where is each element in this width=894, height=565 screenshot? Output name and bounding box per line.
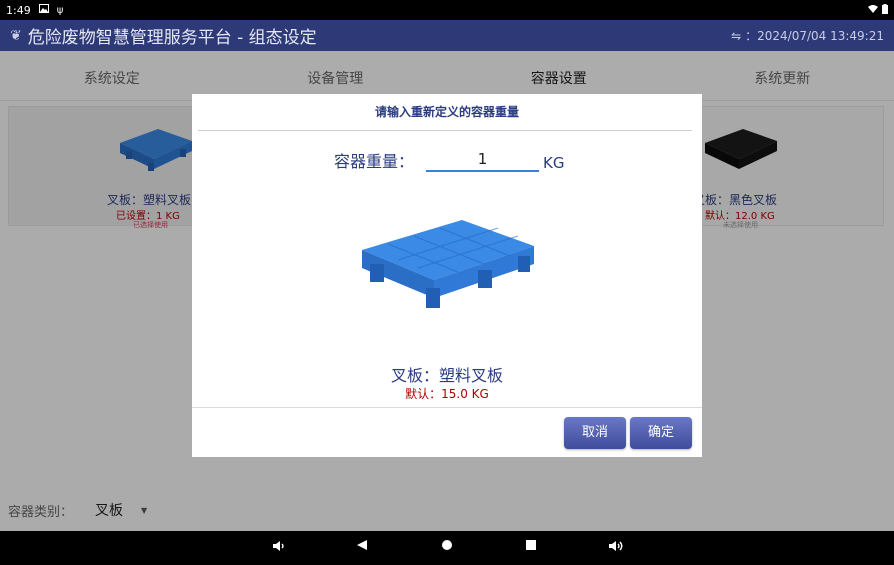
page-title: 危险废物智慧管理服务平台 - 组态设定 [27,28,317,48]
weight-input-row: 容器重量： KG [334,148,564,172]
volume-up-icon[interactable] [607,539,625,557]
home-icon[interactable] [438,539,456,557]
dialog-divider [198,130,692,131]
cancel-button[interactable]: 取消 [564,417,626,449]
weight-label: 容器重量： [334,152,415,171]
wifi-icon [868,4,878,17]
recents-icon[interactable] [522,539,540,557]
status-bar: 1:49 ψ [0,0,894,20]
dialog-item-default: 默认：15.0 KG [405,387,489,401]
weight-unit: KG [543,154,565,172]
usb-icon: ψ [56,4,64,16]
confirm-button[interactable]: 确定 [630,417,692,449]
datetime-display: ⇋ ：2024/07/04 13:49:21 [731,27,884,44]
app-title-bar: ❦ 危险废物智慧管理服务平台 - 组态设定 ⇋ ：2024/07/04 13:4… [0,20,894,51]
plastic-pallet-image [362,220,534,308]
dialog-footer-divider [192,407,702,408]
back-icon[interactable] [353,539,371,557]
datetime-text: ：2024/07/04 13:49:21 [745,29,884,43]
dialog-title: 请输入重新定义的容器重量 [374,105,519,119]
android-navigation-bar [0,531,894,565]
volume-down-icon[interactable] [270,539,288,557]
app-logo-icon: ❦ [10,27,22,44]
weight-input[interactable] [426,148,540,172]
image-icon [38,4,49,16]
weight-dialog: 请输入重新定义的容器重量 容器重量： KG 叉板：塑料叉板 默认：15.0 KG… [192,94,702,457]
network-icon: ⇋ [731,28,742,43]
dialog-item-name: 叉板：塑料叉板 [390,366,503,385]
status-time: 1:49 [6,3,31,17]
battery-icon [882,3,888,17]
